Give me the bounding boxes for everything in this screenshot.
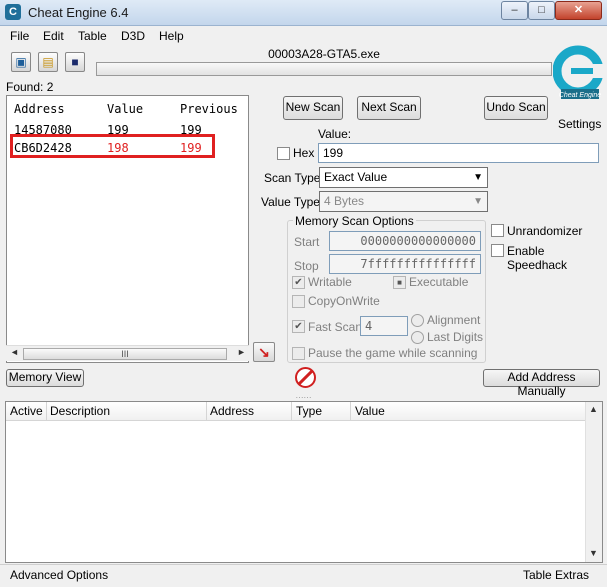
column-header-address[interactable]: Address <box>14 102 65 116</box>
fast-scan-checkbox[interactable]: ✔ <box>292 320 305 333</box>
executable-checkbox[interactable]: ■ <box>393 276 406 289</box>
start-address-input[interactable]: 0000000000000000 <box>329 231 481 251</box>
scan-progress-bar <box>96 62 552 76</box>
found-count: Found: 2 <box>6 80 54 94</box>
column-header-description[interactable]: Description <box>50 404 110 418</box>
value-type-label: Value Type <box>261 195 320 209</box>
copy-on-write-label: CopyOnWrite <box>308 294 380 308</box>
executable-label: Executable <box>409 275 469 289</box>
alignment-radio[interactable] <box>411 314 424 327</box>
settings-label[interactable]: Settings <box>558 117 601 131</box>
results-horizontal-scrollbar[interactable]: ◄ III ► <box>6 345 249 361</box>
stop-sign-icon[interactable] <box>295 367 316 388</box>
column-header-previous[interactable]: Previous <box>180 102 238 116</box>
scroll-down-icon[interactable]: ▼ <box>589 548 598 558</box>
speedhack-label: Enable Speedhack <box>507 244 568 272</box>
unrandomizer-checkbox[interactable] <box>491 224 504 237</box>
speedhack-checkbox[interactable] <box>491 244 504 257</box>
column-header-type[interactable]: Type <box>296 404 322 418</box>
column-header-value[interactable]: Value <box>355 404 385 418</box>
pause-game-label: Pause the game while scanning <box>308 346 478 360</box>
minimize-button[interactable]: – <box>501 1 528 20</box>
results-list[interactable]: Address Value Previous 14587080 199 199 … <box>6 95 249 363</box>
pause-game-checkbox[interactable] <box>292 347 305 360</box>
value-input[interactable]: 199 <box>318 143 599 163</box>
column-header-active[interactable]: Active <box>10 404 43 418</box>
stop-label: Stop <box>294 259 319 273</box>
fast-scan-input[interactable]: 4 <box>360 316 408 336</box>
copy-on-write-checkbox[interactable] <box>292 295 305 308</box>
cheat-engine-logo-icon[interactable]: Cheat Engine <box>553 44 603 102</box>
start-label: Start <box>294 235 320 249</box>
menu-d3d[interactable]: D3D <box>121 29 145 43</box>
red-arrow-icon[interactable]: ↘ <box>253 342 275 362</box>
value-type-select[interactable]: 4 Bytes ▼ <box>319 191 488 212</box>
table-extras-link[interactable]: Table Extras <box>523 568 589 582</box>
status-bar: Advanced Options Table Extras <box>0 564 607 587</box>
scroll-right-icon[interactable]: ► <box>237 347 246 357</box>
menu-edit[interactable]: Edit <box>43 29 64 43</box>
title-bar: C Cheat Engine 6.4 – □ ✕ <box>0 0 607 26</box>
floppy-disk-icon[interactable]: ■ <box>65 52 85 72</box>
highlight-box <box>10 134 215 158</box>
hex-checkbox[interactable] <box>277 147 290 160</box>
scrollbar-thumb[interactable]: III <box>23 348 227 360</box>
undo-scan-button[interactable]: Undo Scan <box>484 96 548 120</box>
column-separator[interactable] <box>46 402 47 421</box>
scroll-up-icon[interactable]: ▲ <box>589 404 598 414</box>
window-title: Cheat Engine 6.4 <box>28 5 129 20</box>
chevron-down-icon: ▼ <box>473 196 483 207</box>
address-list-vertical-scrollbar[interactable]: ▲ ▼ <box>585 402 602 562</box>
column-separator[interactable] <box>206 402 207 421</box>
menu-file[interactable]: File <box>10 29 29 43</box>
menu-table[interactable]: Table <box>78 29 107 43</box>
cheat-engine-icon: C <box>5 4 21 20</box>
scan-type-select[interactable]: Exact Value ▼ <box>319 167 488 188</box>
column-header-address[interactable]: Address <box>210 404 254 418</box>
writable-checkbox[interactable]: ✔ <box>292 276 305 289</box>
memory-scan-options-title: Memory Scan Options <box>293 214 416 228</box>
process-name: 00003A28-GTA5.exe <box>268 47 380 61</box>
last-digits-radio[interactable] <box>411 331 424 344</box>
unrandomizer-label: Unrandomizer <box>507 224 583 238</box>
folder-icon[interactable]: ▤ <box>38 52 58 72</box>
scan-type-label: Scan Type <box>264 171 321 185</box>
advanced-options-link[interactable]: Advanced Options <box>10 568 108 582</box>
maximize-button[interactable]: □ <box>528 1 555 20</box>
column-header-value[interactable]: Value <box>107 102 143 116</box>
address-list[interactable]: Active Description Address Type Value ▲ … <box>5 401 603 563</box>
hex-label: Hex <box>293 146 315 160</box>
computer-icon[interactable]: ▣ <box>11 52 31 72</box>
menu-bar: File Edit Table D3D Help <box>0 26 607 46</box>
column-separator[interactable] <box>291 402 292 421</box>
column-separator[interactable] <box>350 402 351 421</box>
value-label: Value: <box>318 127 352 141</box>
close-button[interactable]: ✕ <box>555 1 602 20</box>
add-address-manually-button[interactable]: Add Address Manually <box>483 369 600 398</box>
memory-view-button[interactable]: Memory View <box>6 369 84 387</box>
chevron-down-icon: ▼ <box>473 172 483 183</box>
value-type-value: 4 Bytes <box>324 194 365 208</box>
scan-type-value: Exact Value <box>324 170 388 184</box>
scroll-left-icon[interactable]: ◄ <box>10 347 19 357</box>
address-list-header: Active Description Address Type Value <box>6 402 586 421</box>
next-scan-button[interactable]: Next Scan <box>357 96 421 120</box>
fast-scan-label: Fast Scan <box>308 320 363 334</box>
stop-address-input[interactable]: 7fffffffffffffff <box>329 254 481 274</box>
writable-label: Writable <box>308 275 352 289</box>
last-digits-label: Last Digits <box>427 330 484 344</box>
alignment-label: Alignment <box>427 313 481 327</box>
new-scan-button[interactable]: New Scan <box>283 96 343 120</box>
svg-text:Cheat Engine: Cheat Engine <box>559 92 602 99</box>
menu-help[interactable]: Help <box>159 29 184 43</box>
